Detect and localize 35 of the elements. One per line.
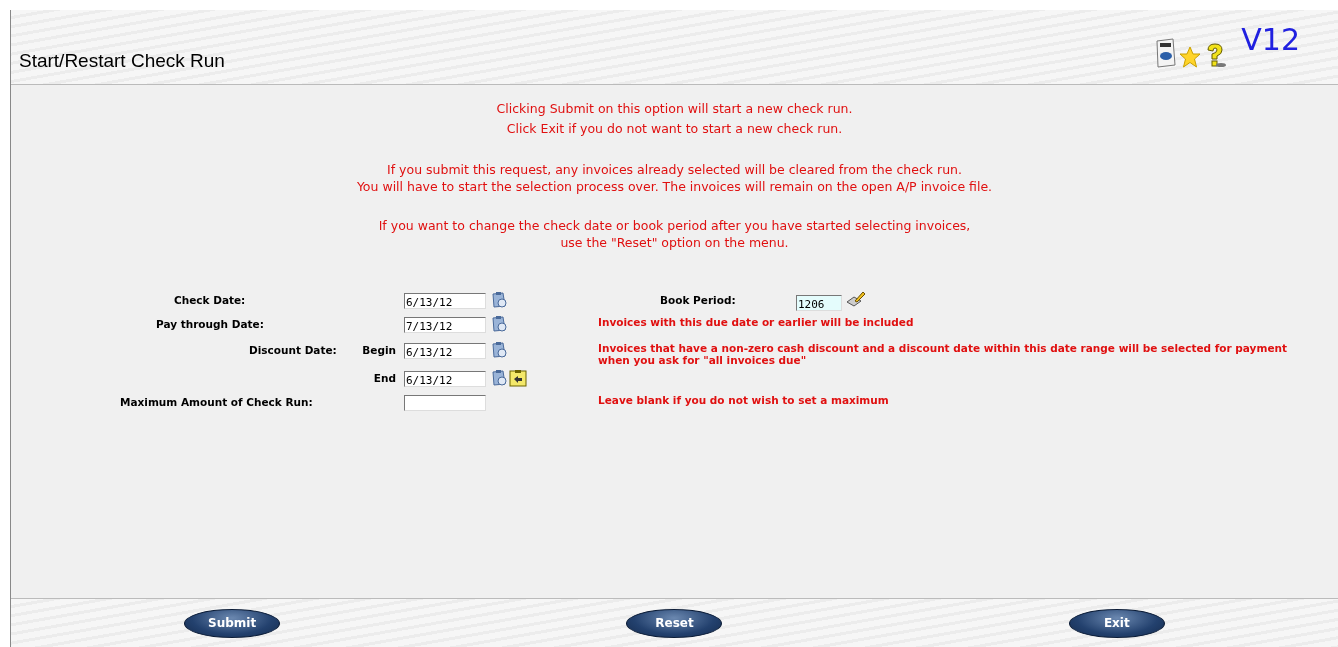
calendar-icon[interactable]	[490, 291, 508, 309]
pencil-icon[interactable]	[846, 291, 866, 307]
warning-text: Click Exit if you do not want to start a new check run.	[505, 120, 844, 138]
date-field[interactable]: 6/13/12	[404, 371, 486, 387]
warning-text: You will have to start the selection process over. The invoices will remain on the open A/P invoice file.	[356, 178, 993, 195]
action-button[interactable]: Submit	[184, 608, 281, 638]
star-icon[interactable]	[1179, 46, 1202, 68]
field-label: Pay through Date:	[156, 318, 264, 330]
warning-text: Clicking Submit on this option will start a new check run.	[496, 100, 853, 118]
field-label: Begin	[362, 344, 396, 356]
clipboard-icon[interactable]	[509, 369, 527, 387]
period-field[interactable]: 1206	[796, 295, 842, 311]
warning-text: If you submit this request, any invoices already selected will be cleared from the check run.	[386, 161, 963, 178]
hint-text: Leave blank if you do not wish to set a maximum	[598, 393, 889, 406]
field-label: End	[373, 372, 396, 384]
hint-text: Invoices that have a non-zero cash discount and a discount date within this date range will be selected for payment when you ask for "all invoices due"	[598, 341, 1288, 366]
warning-text: use the "Reset" option on the menu.	[559, 234, 790, 251]
action-button[interactable]: Reset	[626, 608, 723, 638]
date-field[interactable]: 6/13/12	[404, 343, 486, 359]
field-label: Book Period:	[660, 294, 737, 306]
amount-field[interactable]	[404, 395, 486, 411]
version-label: V12	[1241, 22, 1300, 57]
field-label: Discount Date:	[249, 344, 337, 356]
calendar-icon[interactable]	[490, 341, 508, 359]
date-field[interactable]: 6/13/12	[404, 293, 486, 309]
date-field[interactable]: 7/13/12	[404, 317, 486, 333]
field-label: Maximum Amount of Check Run:	[120, 396, 313, 408]
field-label: Check Date:	[174, 294, 246, 306]
action-button[interactable]: Exit	[1068, 608, 1165, 638]
warning-text: If you want to change the check date or book period after you have started selecting invoices,	[378, 217, 971, 234]
menu-icon[interactable]	[1155, 38, 1178, 68]
calendar-icon[interactable]	[490, 315, 508, 333]
page-title: Start/Restart Check Run	[19, 50, 225, 72]
hint-text: Invoices with this due date or earlier will be included	[598, 315, 914, 328]
calendar-icon[interactable]	[490, 369, 508, 387]
